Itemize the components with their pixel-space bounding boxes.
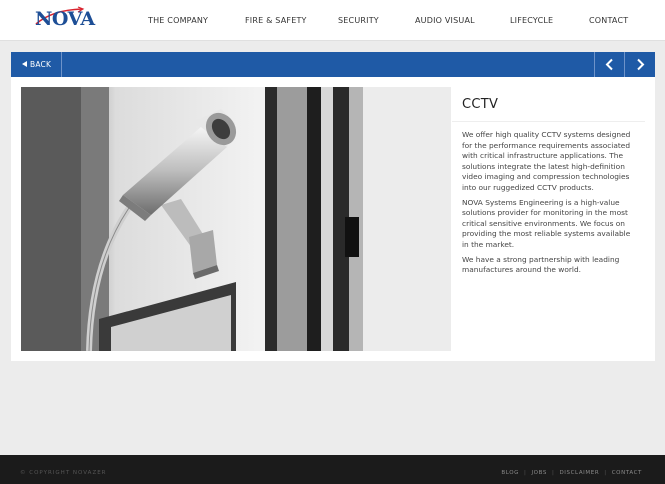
nav-item-security[interactable]: SECURITY: [338, 16, 379, 25]
page-title: CCTV: [462, 97, 499, 112]
toolbar: BACK: [11, 52, 655, 77]
footer-link-contact[interactable]: CONTACT: [612, 470, 642, 476]
nav-item-fire-safety[interactable]: FIRE & SAFETY: [245, 16, 307, 25]
prev-button[interactable]: [594, 52, 625, 77]
separator: |: [551, 470, 555, 476]
nav-item-lifecycle[interactable]: LIFECYCLE: [510, 16, 553, 25]
chevron-right-icon: [637, 58, 645, 71]
paragraph: We have a strong partnership with leadin…: [462, 254, 620, 275]
cctv-camera-photo: [21, 87, 451, 351]
divider: [452, 121, 645, 122]
paragraph: We offer high quality CCTV systems desig…: [462, 130, 631, 192]
back-button[interactable]: BACK: [11, 52, 62, 77]
info-sidebar: CCTV We offer high quality CCTV systems …: [452, 87, 645, 351]
back-button-label: BACK: [30, 60, 52, 69]
copyright-text: © COPYRIGHT NOVAZER: [20, 470, 107, 476]
chevron-left-icon: [605, 58, 613, 71]
paragraph: NOVA Systems Engineering is a high-value…: [462, 197, 631, 249]
nav-item-the-company[interactable]: THE COMPANY: [148, 16, 208, 25]
site-header: NOVA THE COMPANY FIRE & SAFETY SECURITY …: [0, 0, 665, 41]
footer-link-disclaimer[interactable]: DISCLAIMER: [559, 470, 599, 476]
nav-item-contact[interactable]: CONTACT: [589, 16, 628, 25]
nav-item-audio-visual[interactable]: AUDIO VISUAL: [415, 16, 475, 25]
next-button[interactable]: [624, 52, 655, 77]
footer-link-blog[interactable]: BLOG: [501, 470, 519, 476]
footer-link-jobs[interactable]: JOBS: [531, 470, 547, 476]
separator: |: [524, 470, 527, 476]
triangle-left-icon: [22, 61, 27, 67]
footer-links: BLOG | JOBS | DISCLAIMER | CONTACT: [501, 470, 642, 476]
content-panel: CCTV We offer high quality CCTV systems …: [11, 77, 655, 361]
separator: |: [604, 470, 607, 476]
cctv-camera-illustration: [21, 87, 451, 351]
main-nav: THE COMPANY FIRE & SAFETY SECURITY AUDIO…: [0, 0, 665, 40]
site-footer: © COPYRIGHT NOVAZER BLOG | JOBS | DISCLAIMER…: [0, 455, 665, 484]
description: We offer high quality CCTV systems desig…: [462, 130, 632, 280]
